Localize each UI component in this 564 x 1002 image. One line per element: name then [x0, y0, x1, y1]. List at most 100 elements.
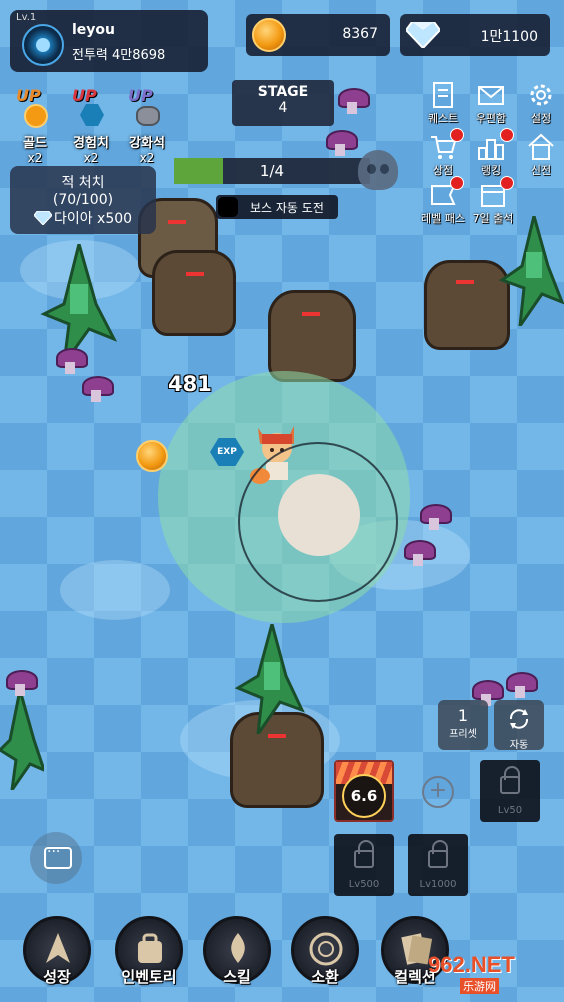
notification-badge: [500, 176, 514, 190]
joystick-knob[interactable]: [278, 474, 360, 556]
notification-badge: [450, 128, 464, 142]
buff-multiplier: x2: [83, 151, 99, 165]
diamond-counter[interactable]: 1만1100: [400, 14, 550, 56]
player-level: Lv.1: [16, 12, 37, 23]
mushroom-monster: [506, 672, 538, 698]
rock-golem-monster: [268, 290, 356, 382]
nav-label: 성장: [43, 968, 71, 986]
menu-settings[interactable]: 설정: [518, 80, 564, 126]
mushroom-monster: [404, 540, 436, 566]
plant-monster: [498, 216, 564, 326]
menu-label: 7일 출석: [472, 212, 514, 225]
menu-attendance[interactable]: 7일 출석: [470, 176, 516, 226]
lock-icon: [354, 840, 374, 868]
diamond-value: 1만1100: [480, 29, 538, 45]
nav-growth[interactable]: 성장: [20, 916, 94, 996]
mail-icon: [478, 86, 504, 105]
refresh-icon: [509, 709, 529, 729]
diamond-icon: [406, 22, 440, 48]
lock-icon: [500, 766, 520, 794]
combat-power: 전투력 4만8698: [72, 48, 166, 63]
buff-label: 골드: [23, 136, 47, 151]
unlock-level: Lv50: [497, 805, 523, 816]
kill-quest-panel[interactable]: 적 처치 (70/100) 다이아 x500: [10, 166, 156, 234]
toggle-switch[interactable]: [218, 197, 238, 217]
gold-up-icon: UP: [16, 86, 41, 105]
quest-icon: [433, 82, 453, 108]
nav-summon[interactable]: 소환: [288, 916, 362, 996]
menu-ranking[interactable]: 랭킹: [468, 128, 514, 178]
wave-progress-text: 1/4: [259, 162, 285, 180]
nav-inventory[interactable]: 인벤토리: [112, 916, 186, 996]
player-name: leyou: [72, 22, 116, 38]
exp-up-icon: UP: [72, 86, 97, 105]
mushroom-monster: [420, 504, 452, 530]
buff-enhance-stone[interactable]: UP 강화석 x2: [122, 86, 172, 165]
kill-quest-reward-text: 다이아 x500: [53, 211, 133, 227]
chat-button[interactable]: [30, 832, 82, 884]
stage-label: STAGE: [257, 84, 309, 100]
skill-slot-locked[interactable]: Lv500: [334, 834, 394, 896]
buff-multiplier: x2: [139, 151, 155, 165]
skill-icon: [231, 933, 245, 963]
auto-label: 자동: [509, 740, 529, 751]
diamond-icon: [33, 211, 52, 225]
avatar[interactable]: [22, 24, 64, 66]
skill-auto-button[interactable]: 자동: [494, 700, 544, 751]
stage-number: 4: [278, 100, 288, 116]
site-watermark: 962.NET 乐游网: [424, 948, 560, 998]
watermark-text: 962.NET: [428, 952, 515, 977]
kill-quest-count: (70/100): [52, 192, 114, 208]
menu-label: 신전: [530, 164, 552, 177]
notification-badge: [450, 176, 464, 190]
summon-icon: [309, 932, 343, 966]
menu-quest[interactable]: 퀘스트: [420, 80, 466, 126]
unlock-level: Lv1000: [419, 879, 457, 890]
menu-temple[interactable]: 신전: [518, 132, 564, 178]
watermark-sub: 乐游网: [460, 978, 499, 994]
buff-multiplier: x2: [27, 151, 43, 165]
mushroom-monster: [82, 376, 114, 402]
menu-shop[interactable]: 상점: [420, 128, 466, 178]
buff-label: 강화석: [129, 136, 165, 151]
boss-auto-toggle[interactable]: 보스 자동 도전: [216, 195, 338, 219]
menu-label: 퀘스트: [427, 112, 459, 125]
nav-skill[interactable]: 스킬: [200, 916, 274, 996]
stage-indicator: STAGE 4: [232, 80, 334, 126]
inventory-icon: [138, 933, 162, 963]
skill-slot-locked[interactable]: Lv1000: [408, 834, 468, 896]
gold-value: 8367: [342, 26, 378, 42]
skill-preset-button[interactable]: 1 프리셋: [438, 700, 488, 750]
skill-slot-locked[interactable]: Lv50: [480, 760, 540, 822]
notification-badge: [500, 128, 514, 142]
plus-icon: +: [422, 776, 454, 808]
nav-label: 소환: [311, 968, 339, 986]
player-profile[interactable]: Lv.1 leyou 전투력 4만8698: [10, 10, 208, 72]
nav-label: 인벤토리: [121, 968, 177, 986]
boss-auto-label: 보스 자동 도전: [250, 201, 324, 215]
growth-icon: [46, 933, 70, 963]
gold-counter[interactable]: 8367: [246, 14, 390, 56]
mushroom-monster: [338, 88, 370, 114]
gold-coin-drop: [136, 440, 168, 472]
home-icon: [528, 133, 554, 160]
buff-gold[interactable]: UP 골드 x2: [10, 86, 60, 165]
enhance-stone-up-icon: UP: [128, 86, 153, 105]
nav-label: 스킬: [223, 968, 251, 986]
skill-slot-active[interactable]: 6.6: [334, 760, 394, 822]
kill-quest-title: 적 처치: [61, 175, 105, 191]
lock-icon: [428, 840, 448, 868]
preset-number: 1: [457, 706, 469, 725]
menu-level-pass[interactable]: 레벨 패스: [420, 176, 466, 226]
mushroom-monster: [6, 670, 38, 696]
menu-mail[interactable]: 우편함: [468, 80, 514, 126]
damage-number: 481: [168, 372, 212, 396]
mushroom-monster: [56, 348, 88, 374]
menu-label: 레벨 패스: [421, 212, 465, 225]
add-skill-slot[interactable]: +: [408, 762, 468, 822]
boss-skull-icon[interactable]: [358, 150, 398, 190]
plant-monster: [0, 690, 44, 790]
menu-label: 우편함: [475, 112, 507, 125]
buff-exp[interactable]: UP 경험치 x2: [66, 86, 116, 165]
menu-label: 설정: [530, 112, 552, 125]
